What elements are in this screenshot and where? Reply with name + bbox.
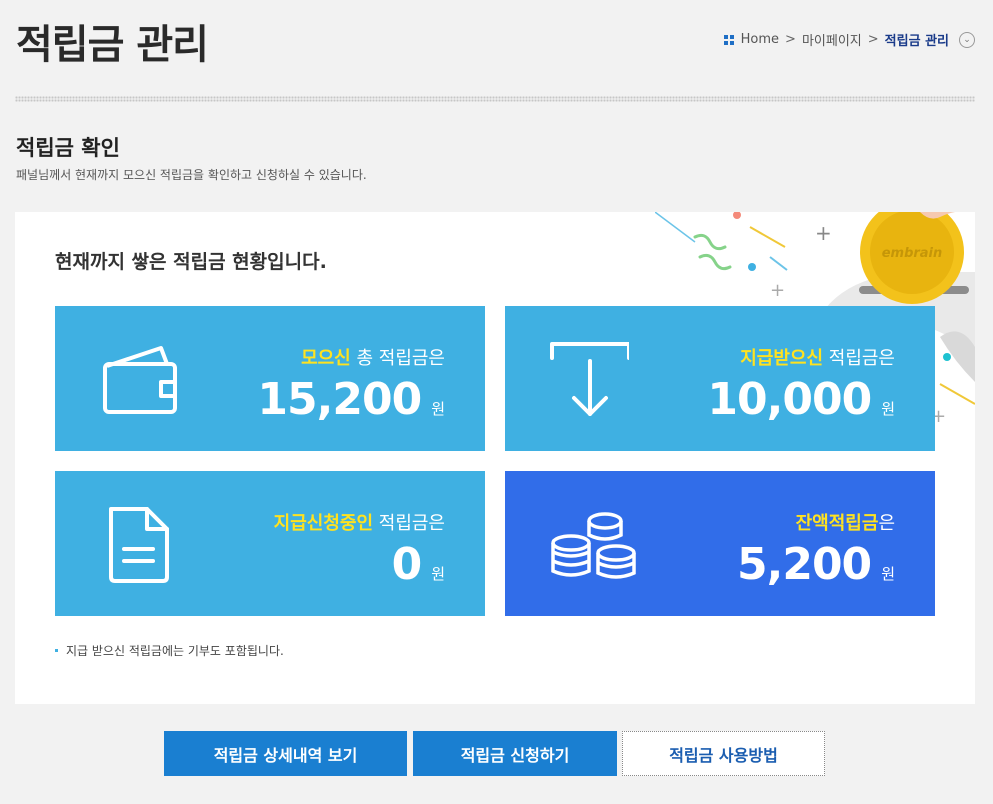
card-label: 은 xyxy=(878,513,895,534)
bullet-icon xyxy=(55,649,58,652)
card-amount: 10,000 xyxy=(707,374,872,425)
card-amount: 5,200 xyxy=(737,539,872,590)
balance-card: 잔액적립금은 5,200 원 xyxy=(505,471,935,616)
divider xyxy=(15,96,975,102)
svg-text:+: + xyxy=(770,280,785,301)
card-label-highlight: 잔액적립금 xyxy=(795,513,879,534)
donation-note: 지급 받으신 적립금에는 기부도 포함됩니다. xyxy=(55,642,284,659)
breadcrumb-separator: > xyxy=(785,32,796,47)
card-label-highlight: 지급받으신 xyxy=(740,348,824,369)
pending-card: 지급신청중인 적립금은 0 원 xyxy=(55,471,485,616)
coin-stack-icon xyxy=(551,512,636,579)
breadcrumb-current: 적립금 관리 xyxy=(884,34,949,49)
card-unit: 원 xyxy=(431,565,445,583)
coin-brand-text: embrain xyxy=(882,246,943,261)
download-tray-icon xyxy=(550,342,629,416)
section-title: 적립금 확인 xyxy=(16,136,120,160)
card-label-highlight: 지급신청중인 xyxy=(273,513,374,534)
card-unit: 원 xyxy=(431,400,445,418)
panel-heading: 현재까지 쌓은 적립금 현황입니다. xyxy=(55,251,327,273)
breadcrumb-separator: > xyxy=(867,32,879,47)
chevron-down-icon[interactable]: ⌄ xyxy=(959,31,975,48)
history-button[interactable]: 적립금 상세내역 보기 xyxy=(164,731,407,776)
grid-icon xyxy=(723,34,734,45)
card-label: 적립금은 xyxy=(373,513,445,534)
wallet-icon xyxy=(103,346,177,414)
card-label: 적립금은 xyxy=(823,348,895,369)
breadcrumb-home[interactable]: Home xyxy=(741,32,779,47)
breadcrumb: Home > 마이페이지 > 적립금 관리 ⌄ xyxy=(723,30,975,49)
reward-summary-panel: embrain + + + 현재까지 쌓은 적립금 현황입니다. 모으신 총 적… xyxy=(15,212,975,704)
section-description: 패널님께서 현재까지 모으신 적립금을 확인하고 신청하실 수 있습니다. xyxy=(16,168,367,182)
received-card: 지급받으신 적립금은 10,000 원 xyxy=(505,306,935,451)
card-label: 총 적립금은 xyxy=(350,348,445,369)
card-unit: 원 xyxy=(881,565,895,583)
breadcrumb-mypage[interactable]: 마이페이지 xyxy=(802,30,862,49)
card-amount: 0 xyxy=(391,539,423,590)
page-title: 적립금 관리 xyxy=(16,22,209,68)
card-label-highlight: 모으신 xyxy=(301,348,351,369)
card-amount: 15,200 xyxy=(257,374,422,425)
card-unit: 원 xyxy=(881,400,895,418)
note-text: 지급 받으신 적립금에는 기부도 포함됩니다. xyxy=(66,644,284,658)
total-earned-card: 모으신 총 적립금은 15,200 원 xyxy=(55,306,485,451)
apply-button[interactable]: 적립금 신청하기 xyxy=(413,731,617,776)
howto-button[interactable]: 적립금 사용방법 xyxy=(622,731,825,776)
svg-text:+: + xyxy=(815,221,832,245)
document-icon xyxy=(109,507,169,583)
